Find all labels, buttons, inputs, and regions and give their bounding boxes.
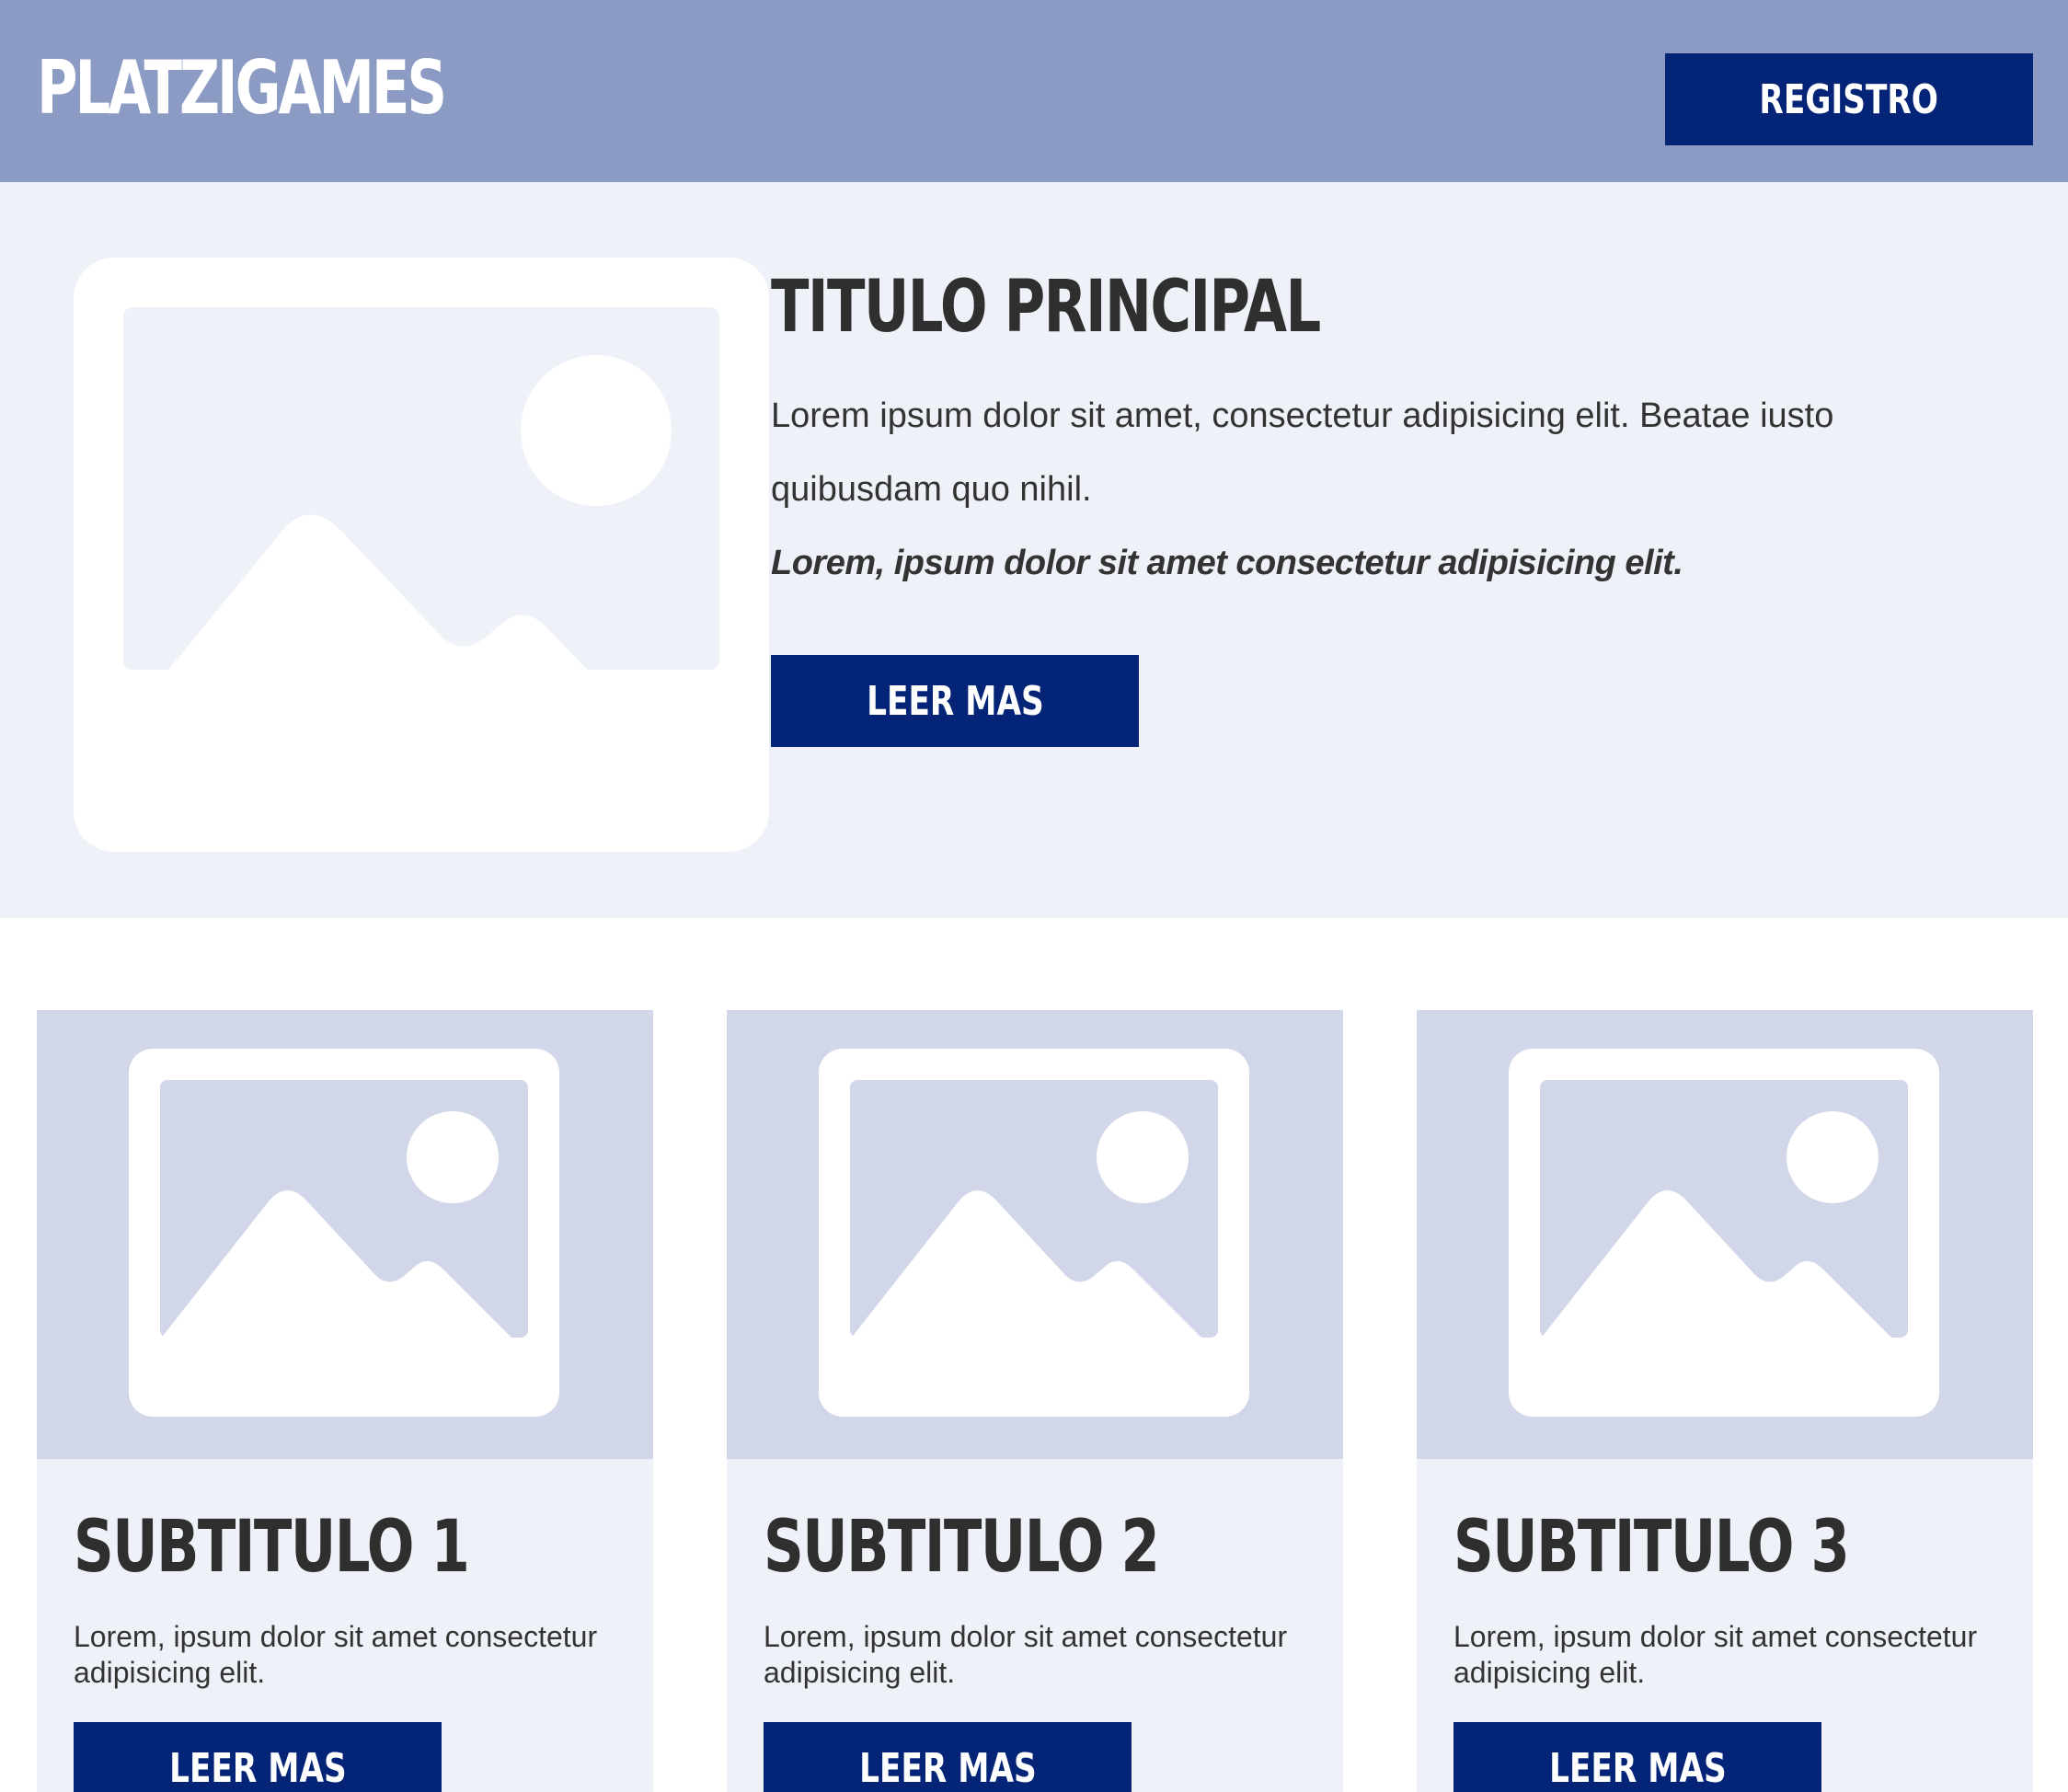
card-text: Lorem, ipsum dolor sit amet consectetur … (74, 1620, 598, 1689)
image-placeholder-icon (819, 1049, 1249, 1417)
card-1: SUBTITULO 1 Lorem, ipsum dolor sit amet … (37, 1010, 653, 1792)
site-header: PLATZIGAMES REGISTRO (0, 0, 2068, 182)
card-title: SUBTITULO 3 (1453, 1506, 1850, 1589)
image-placeholder-icon (74, 258, 769, 852)
hero-section: TITULO PRINCIPAL Lorem ipsum dolor sit a… (0, 182, 2068, 918)
card-3: SUBTITULO 3 Lorem, ipsum dolor sit amet … (1417, 1010, 2033, 1792)
register-button-label: REGISTRO (1759, 75, 1939, 123)
hero-paragraph-line-1: Lorem ipsum dolor sit amet, consectetur … (771, 396, 1834, 435)
card-image (37, 1010, 653, 1459)
register-button[interactable]: REGISTRO (1665, 53, 2033, 145)
card-read-more-button[interactable]: LEER MAS (1453, 1722, 1821, 1792)
card-title: SUBTITULO 2 (764, 1506, 1160, 1589)
card-text: Lorem, ipsum dolor sit amet consectetur … (764, 1620, 1288, 1689)
hero-paragraph-line-2: quibusdam quo nihil. (771, 470, 1092, 509)
hero-read-more-label: LEER MAS (866, 677, 1044, 725)
hero-read-more-button[interactable]: LEER MAS (771, 655, 1139, 747)
image-placeholder-icon (129, 1049, 559, 1417)
image-placeholder-icon (1509, 1049, 1939, 1417)
card-read-more-label: LEER MAS (858, 1744, 1037, 1792)
card-read-more-label: LEER MAS (1548, 1744, 1727, 1792)
card-read-more-label: LEER MAS (168, 1744, 347, 1792)
hero-emphasis: Lorem, ipsum dolor sit amet consectetur … (771, 544, 1683, 582)
card-image (727, 1010, 1343, 1459)
card-read-more-button[interactable]: LEER MAS (764, 1722, 1132, 1792)
site-logo[interactable]: PLATZIGAMES (37, 42, 447, 134)
card-2: SUBTITULO 2 Lorem, ipsum dolor sit amet … (727, 1010, 1343, 1792)
card-image (1417, 1010, 2033, 1459)
card-text: Lorem, ipsum dolor sit amet consectetur … (1453, 1620, 1978, 1689)
hero-title: TITULO PRINCIPAL (771, 266, 1321, 349)
card-title: SUBTITULO 1 (74, 1506, 470, 1589)
card-read-more-button[interactable]: LEER MAS (74, 1722, 442, 1792)
